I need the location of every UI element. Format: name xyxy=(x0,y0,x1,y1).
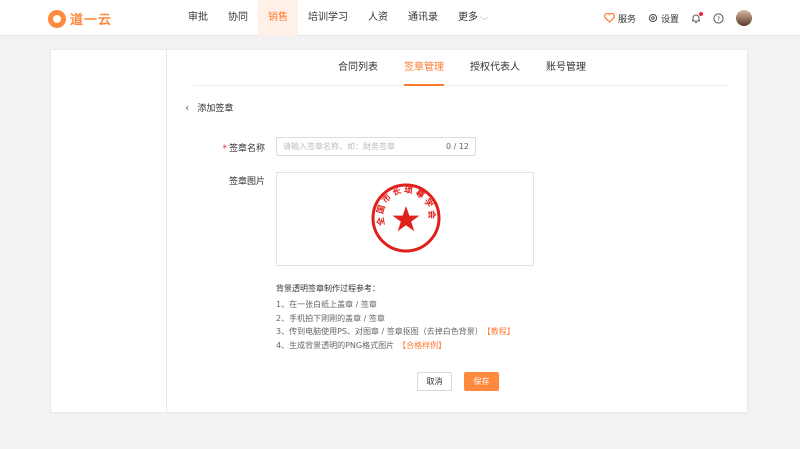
notification-dot xyxy=(699,11,703,16)
guide-step-3-text: 3、传到电脑使用PS、对图章 / 签章抠图（去掉白色背景） xyxy=(276,327,483,336)
tab-contract-list[interactable]: 合同列表 xyxy=(338,50,378,86)
chevron-left-icon: ‹ xyxy=(185,101,190,114)
required-mark: * xyxy=(222,144,227,154)
seal-name-label-text: 签章名称 xyxy=(228,144,265,154)
tab-bar: 合同列表 签章管理 授权代表人 账号管理 xyxy=(193,50,729,86)
guide-step-2: 2、手机拍下刚刚的盖章 / 签章 xyxy=(276,313,385,323)
nav-item-training[interactable]: 培训学习 xyxy=(298,0,358,36)
bell-icon[interactable] xyxy=(691,11,703,24)
header-tools: 服务 设置 ? xyxy=(603,0,752,36)
heart-service-icon xyxy=(603,13,615,23)
top-nav-bar: 道一云 审批 协同 销售 培训学习 人资 通讯录 更多 ⌵ 服务 设置 ? xyxy=(0,0,800,36)
gear-icon xyxy=(648,13,658,23)
tab-seal-management[interactable]: 签章管理 xyxy=(404,50,444,86)
main-nav: 审批 协同 销售 培训学习 人资 通讯录 更多 ⌵ xyxy=(178,0,498,36)
page-title: 添加签章 xyxy=(197,104,234,114)
brand-name: 道一云 xyxy=(70,13,113,28)
tab-authorized-representative[interactable]: 授权代表人 xyxy=(470,50,520,86)
brand-logo[interactable]: 道一云 xyxy=(48,9,112,28)
service-label: 服务 xyxy=(617,14,636,25)
side-panel xyxy=(50,49,166,413)
service-button[interactable]: 服务 xyxy=(603,12,636,25)
nav-item-sales[interactable]: 销售 xyxy=(258,0,298,36)
nav-item-approval[interactable]: 审批 xyxy=(178,0,218,36)
seal-name-label: * 签章名称 xyxy=(195,141,265,154)
logo-icon xyxy=(48,9,66,28)
guide-step-4-text: 4、生成背景透明的PNG格式图片 xyxy=(276,340,395,350)
save-button[interactable]: 保存 xyxy=(464,372,499,391)
tab-account-management[interactable]: 账号管理 xyxy=(546,50,586,86)
seal-image-label: 签章图片 xyxy=(228,177,265,187)
svg-text:?: ? xyxy=(717,14,720,22)
back-button[interactable]: ‹ 添加签章 xyxy=(185,101,233,114)
chevron-down-icon: ⌵ xyxy=(479,13,489,23)
nav-item-hr[interactable]: 人资 xyxy=(358,0,398,36)
help-icon[interactable]: ? xyxy=(713,12,724,24)
seal-stamp-image: 全国市长琐尊学会 xyxy=(371,183,441,253)
sample-link[interactable]: 【合格样例】 xyxy=(398,341,446,350)
guide-step-3: 3、传到电脑使用PS、对图章 / 签章抠图（去掉白色背景） 【教程】 xyxy=(276,325,515,339)
nav-item-more[interactable]: 更多 ⌵ xyxy=(448,0,498,36)
seal-image-upload[interactable]: 全国市长琐尊学会 xyxy=(276,172,534,266)
guide-step-1: 1、在一张白纸上盖章 / 签章 xyxy=(276,300,377,309)
guide-steps: 1、在一张白纸上盖章 / 签章 2、手机拍下刚刚的盖章 / 签章 3、传到电脑使… xyxy=(276,298,515,352)
cancel-button[interactable]: 取消 xyxy=(417,372,452,391)
main-content: 合同列表 签章管理 授权代表人 账号管理 ‹ 添加签章 * 签章名称 请输入签章名… xyxy=(166,49,748,413)
nav-item-collaboration[interactable]: 协同 xyxy=(218,0,258,36)
user-avatar[interactable] xyxy=(736,10,752,26)
seal-name-placeholder: 请输入签章名称，如：财务签章 xyxy=(283,142,395,151)
tutorial-link[interactable]: 【教程】 xyxy=(487,327,515,336)
guide-step-4: 4、生成背景透明的PNG格式图片 【合格样例】 xyxy=(276,339,515,353)
settings-label: 设置 xyxy=(660,14,679,25)
seal-name-input[interactable]: 请输入签章名称，如：财务签章 0 / 12 xyxy=(276,137,476,156)
nav-item-contacts[interactable]: 通讯录 xyxy=(398,0,448,36)
char-counter: 0 / 12 xyxy=(445,142,469,151)
guide-title: 背景透明签章制作过程参考： xyxy=(276,284,380,293)
nav-more-label: 更多 xyxy=(458,12,478,23)
settings-button[interactable]: 设置 xyxy=(648,12,679,25)
